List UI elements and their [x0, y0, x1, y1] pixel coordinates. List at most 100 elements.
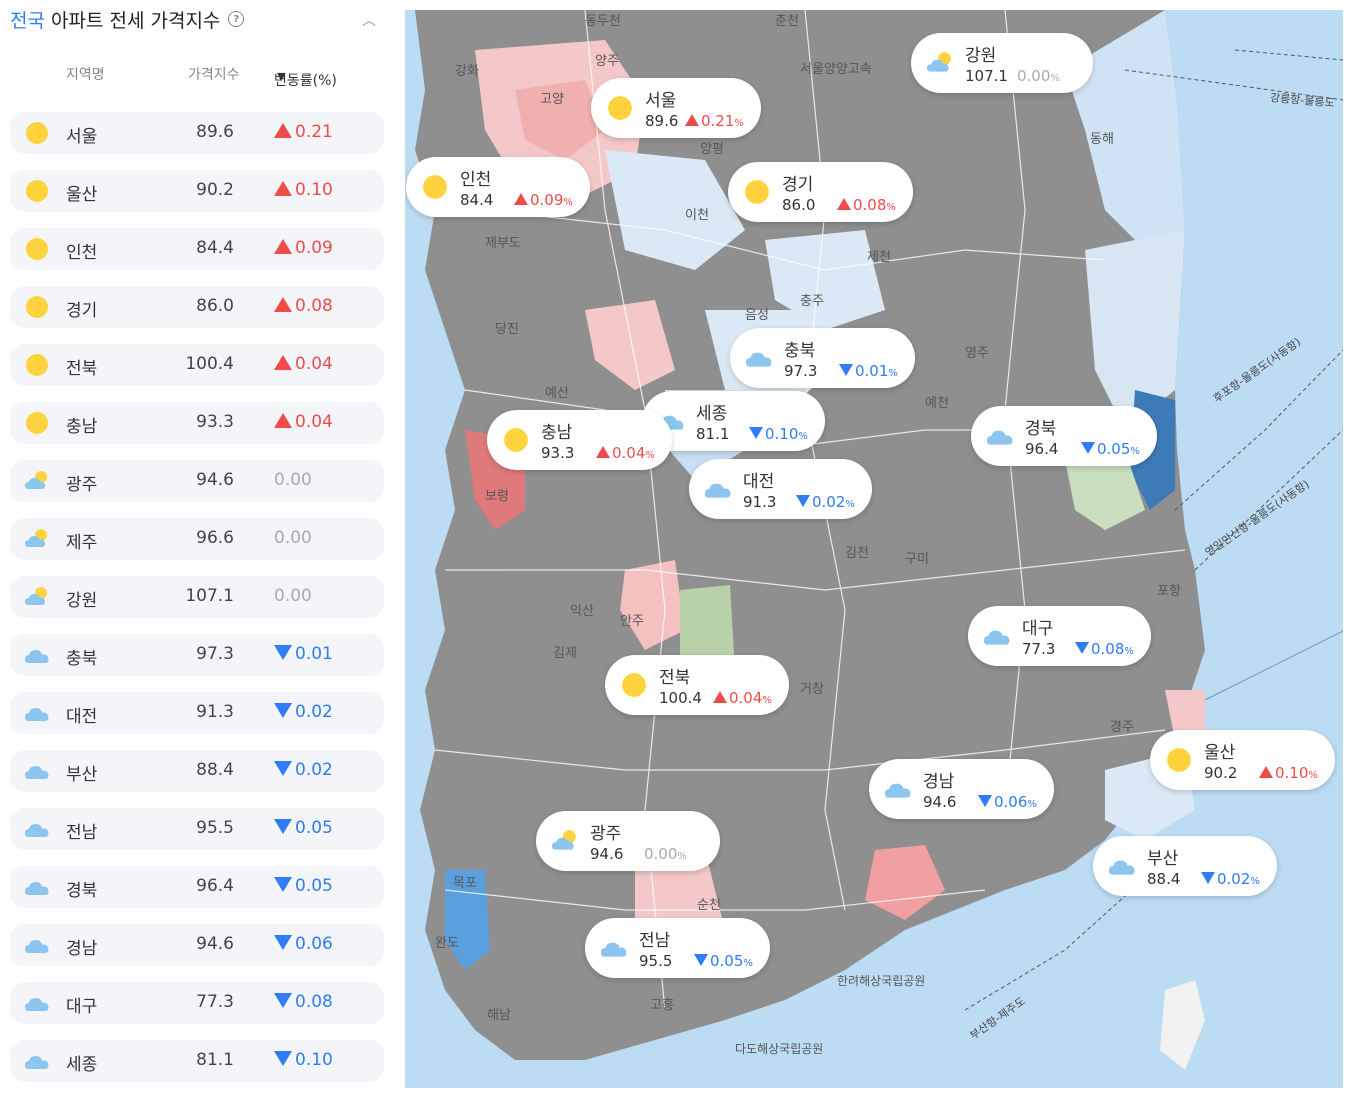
map-label: 예천: [925, 396, 949, 411]
region-index-value: 95.5: [196, 818, 234, 838]
region-change-value: 0.08: [295, 992, 333, 1012]
callout-region-name: 경남: [923, 772, 955, 792]
region-change: 0.08: [274, 296, 333, 316]
down-arrow-icon: [796, 495, 810, 507]
region-change: 0.10: [274, 180, 333, 200]
map-callout-4[interactable]: 충북 97.3 0.01%: [730, 328, 915, 388]
region-change: 0.08: [274, 992, 333, 1012]
callout-change-value: 0.04: [612, 444, 646, 462]
map-label: 구미: [905, 552, 929, 567]
map-callout-8[interactable]: 경북 96.4 0.05%: [971, 406, 1157, 466]
region-row-14[interactable]: 경남 94.6 0.06: [10, 924, 384, 966]
region-row-3[interactable]: 경기 86.0 0.08: [10, 286, 384, 328]
percent-unit: %: [677, 851, 687, 862]
region-row-8[interactable]: 강원 107.1 0.00: [10, 576, 384, 618]
callout-region-name: 전북: [659, 668, 691, 688]
percent-unit: %: [888, 368, 898, 379]
map-callout-7[interactable]: 대전 91.3 0.02%: [689, 459, 872, 519]
map-callout-13[interactable]: 광주 94.6 0.00%: [536, 811, 720, 871]
region-name: 전남: [66, 823, 98, 843]
callout-change: 0.00%: [644, 845, 687, 863]
region-name: 경남: [66, 939, 98, 959]
region-change-value: 0.05: [295, 818, 333, 838]
region-index-value: 94.6: [196, 470, 234, 490]
cloud-icon: [883, 776, 913, 802]
map-label: 거창: [800, 682, 824, 697]
region-row-13[interactable]: 경북 96.4 0.05: [10, 866, 384, 908]
percent-unit: %: [1130, 446, 1140, 457]
down-arrow-icon: [749, 427, 763, 439]
callout-change-value: 0.08: [1091, 640, 1125, 658]
callout-change-value: 0.09: [530, 191, 564, 209]
region-row-1[interactable]: 울산 90.2 0.10: [10, 170, 384, 212]
percent-unit: %: [1050, 73, 1060, 84]
map-callout-2[interactable]: 경기 86.0 0.08%: [728, 162, 913, 222]
map-label: 당진: [495, 322, 519, 337]
callout-index-value: 96.4: [1025, 440, 1059, 458]
cloud-icon: [24, 759, 50, 783]
down-arrow-icon: [1081, 442, 1095, 454]
region-row-16[interactable]: 세종 81.1 0.10: [10, 1040, 384, 1082]
callout-change-value: 0.08: [853, 196, 887, 214]
up-arrow-icon: [274, 123, 292, 138]
region-row-15[interactable]: 대구 77.3 0.08: [10, 982, 384, 1024]
region-row-6[interactable]: 광주 94.6 0.00: [10, 460, 384, 502]
region-index-value: 107.1: [185, 586, 234, 606]
map-callout-11[interactable]: 울산 90.2 0.10%: [1150, 730, 1335, 790]
region-row-12[interactable]: 전남 95.5 0.05: [10, 808, 384, 850]
region-name: 서울: [66, 127, 98, 147]
callout-region-name: 경기: [782, 175, 814, 195]
region-row-0[interactable]: 서울 89.6 0.21: [10, 112, 384, 154]
region-row-9[interactable]: 충북 97.3 0.01: [10, 634, 384, 676]
map-callout-12[interactable]: 경남 94.6 0.06%: [869, 759, 1054, 819]
callout-change: 0.02%: [796, 493, 855, 511]
map-label: 다도해상국립공원: [735, 1042, 824, 1056]
callout-change: 0.05%: [694, 952, 753, 970]
callout-region-name: 경북: [1025, 419, 1057, 439]
region-change: 0.04: [274, 412, 333, 432]
map-callout-10[interactable]: 전북 100.4 0.04%: [605, 655, 789, 715]
map-callout-15[interactable]: 전남 95.5 0.05%: [585, 918, 770, 978]
region-row-10[interactable]: 대전 91.3 0.02: [10, 692, 384, 734]
map-callout-1[interactable]: 인천 84.4 0.09%: [406, 157, 590, 217]
callout-change: 0.04%: [713, 689, 772, 707]
up-arrow-icon: [274, 413, 292, 428]
map-callout-14[interactable]: 부산 88.4 0.02%: [1093, 836, 1277, 896]
sort-desc-icon[interactable]: ▼: [277, 70, 285, 83]
partly-cloudy-icon: [550, 828, 580, 854]
callout-index-value: 93.3: [541, 444, 575, 462]
map-callout-9[interactable]: 대구 77.3 0.08%: [968, 606, 1151, 666]
callout-region-name: 광주: [590, 824, 622, 844]
region-row-7[interactable]: 제주 96.6 0.00: [10, 518, 384, 560]
region-row-2[interactable]: 인천 84.4 0.09: [10, 228, 384, 270]
callout-region-name: 충북: [784, 341, 816, 361]
title-text: 아파트 전세 가격지수: [44, 9, 221, 32]
map-callout-3[interactable]: 강원 107.1 0.00%: [911, 33, 1093, 93]
region-row-4[interactable]: 전북 100.4 0.04: [10, 344, 384, 386]
korea-map[interactable]: 춘천 동두천 양주 강화 고양 양평 이천 제천 충주 음성 당진 예산 보령 익산 김제 안주 김천 구미 포항 영…: [405, 10, 1343, 1088]
down-arrow-icon: [1201, 872, 1215, 884]
title-region-selector[interactable]: 전국: [10, 10, 45, 32]
map-label: 음성: [745, 308, 769, 323]
region-change-value: 0.00: [274, 470, 312, 490]
callout-change: 0.00%: [1017, 67, 1060, 85]
region-row-11[interactable]: 부산 88.4 0.02: [10, 750, 384, 792]
map-label: 고흥: [650, 998, 674, 1013]
map-callout-0[interactable]: 서울 89.6 0.21%: [591, 78, 761, 138]
region-name: 울산: [66, 185, 98, 205]
callout-region-name: 대전: [743, 472, 775, 492]
callout-change-value: 0.21: [701, 112, 735, 130]
callout-region-name: 충남: [541, 423, 573, 443]
column-header-index[interactable]: 가격지수: [188, 64, 240, 84]
panel-header: 전국 아파트 전세 가격지수 ? ︿: [10, 4, 382, 34]
map-label: 순천: [697, 898, 721, 913]
cloud-icon: [744, 345, 774, 371]
map-label: 충주: [800, 294, 824, 309]
chevron-up-icon[interactable]: ︿: [362, 10, 376, 30]
map-callout-6[interactable]: 충남 93.3 0.04%: [487, 410, 672, 470]
region-change: 0.04: [274, 354, 333, 374]
up-arrow-icon: [514, 193, 528, 205]
help-icon[interactable]: ?: [228, 11, 245, 27]
region-row-5[interactable]: 충남 93.3 0.04: [10, 402, 384, 444]
sun-icon: [24, 411, 50, 435]
